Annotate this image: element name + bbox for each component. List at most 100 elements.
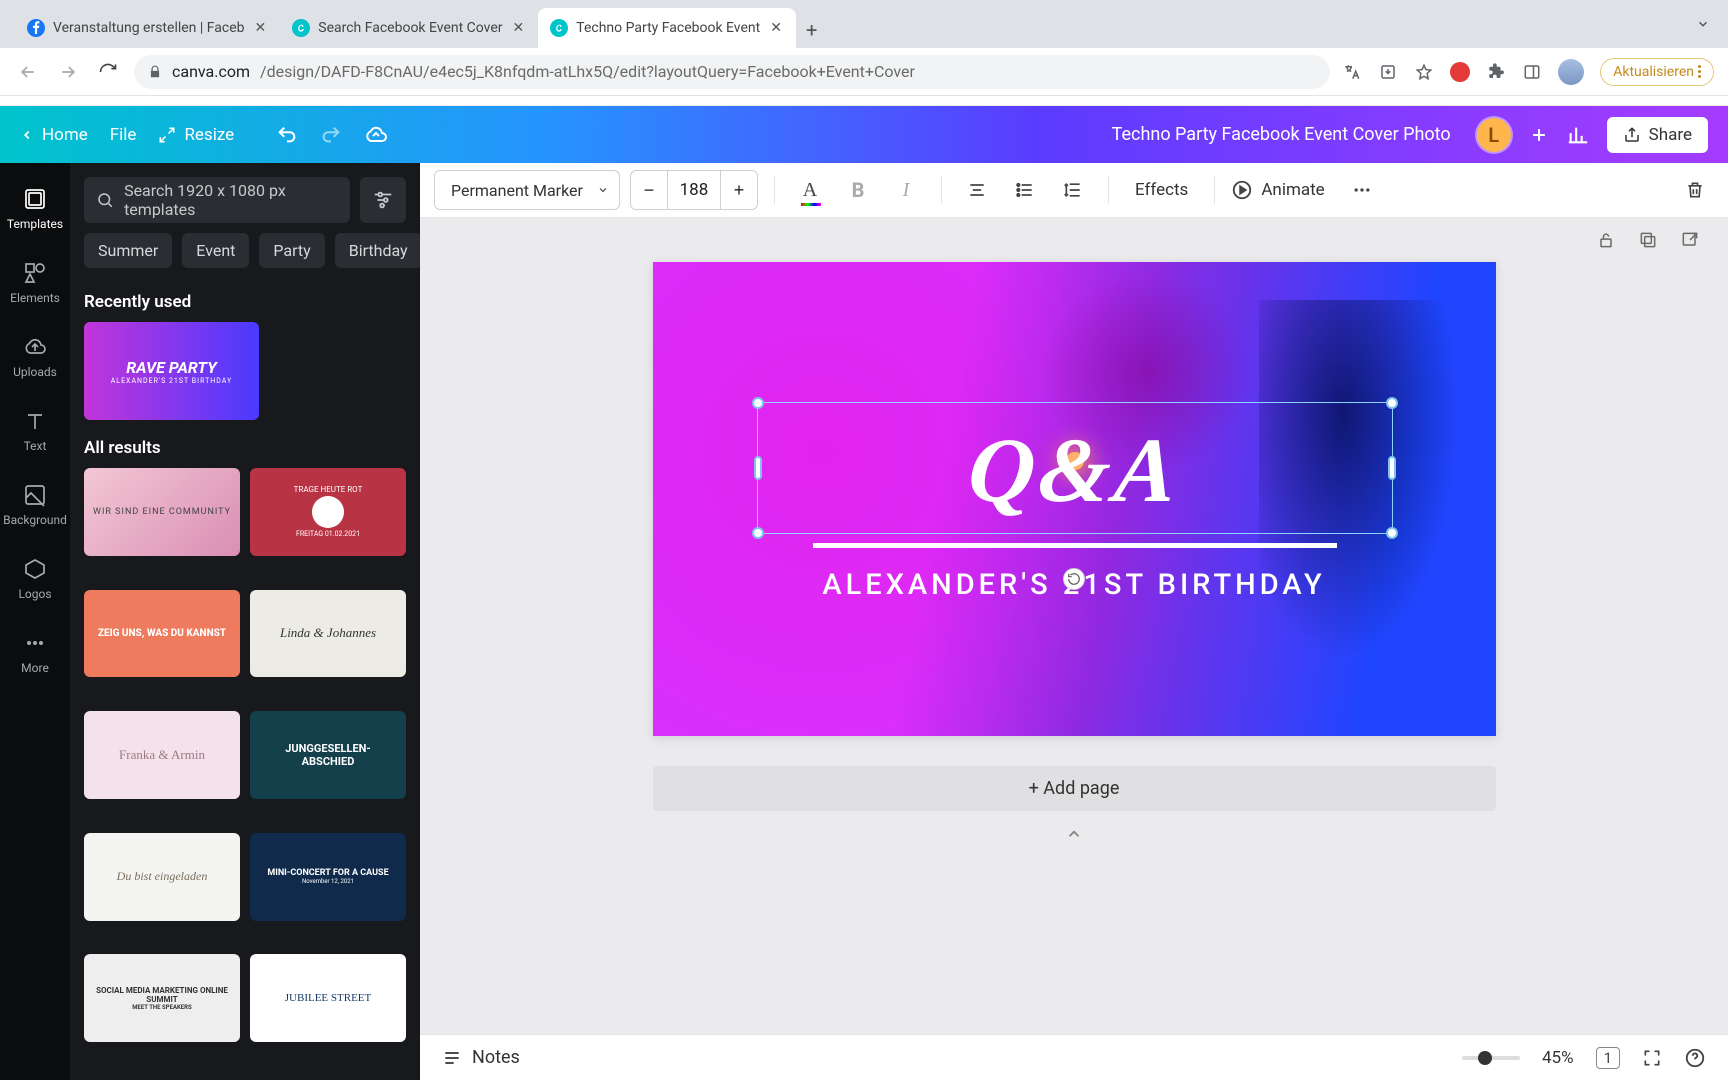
text-color-icon[interactable]: A [791,171,829,209]
insights-icon[interactable] [1567,124,1589,146]
template-thumb[interactable]: SOCIAL MEDIA MARKETING ONLINE SUMMITMEET… [84,954,240,1042]
rail-background[interactable]: Background [0,471,70,539]
rail-uploads[interactable]: Uploads [0,323,70,391]
thumb-text: TRAGE HEUTE ROT [294,485,363,494]
rail-more[interactable]: More [0,619,70,687]
template-thumb[interactable]: Franka & Armin [84,711,240,799]
rail-elements[interactable]: Elements [0,249,70,317]
template-thumb[interactable]: Du bist eingeladen [84,833,240,921]
sidepanel-icon[interactable] [1522,62,1542,82]
help-icon[interactable] [1684,1047,1706,1069]
reload-icon[interactable] [94,58,122,86]
extensions-icon[interactable] [1486,62,1506,82]
template-thumb[interactable]: RAVE PARTY ALEXANDER'S 21ST BIRTHDAY [84,322,259,420]
alignment-icon[interactable] [958,171,996,209]
font-size-value[interactable]: 188 [667,170,721,210]
template-thumb[interactable]: JUBILEE STREET [250,954,406,1042]
notes-button[interactable]: Notes [442,1047,520,1068]
decrease-size-button[interactable]: − [630,170,668,210]
add-page-button[interactable]: + Add page [653,766,1496,811]
resize-handle[interactable] [1386,527,1398,539]
page-count-chip[interactable]: 1 [1596,1047,1620,1069]
resize-handle[interactable] [754,456,762,480]
url-path: /design/DAFD-F8CnAU/e4ec5j_K8nfqdm-atLhx… [260,62,915,81]
increase-size-button[interactable]: + [720,170,758,210]
zoom-slider[interactable] [1462,1056,1520,1060]
resize-handle[interactable] [752,397,764,409]
update-chip[interactable]: Aktualisieren [1600,58,1714,86]
template-thumb[interactable]: WIR SIND EINE COMMUNITY [84,468,240,556]
selection-box[interactable] [757,402,1393,534]
user-avatar[interactable]: L [1477,118,1511,152]
cloud-save-icon[interactable] [364,123,388,147]
browser-tab[interactable]: Veranstaltung erstellen | Faceb ✕ [15,8,280,48]
bold-button[interactable]: B [839,171,877,209]
star-icon[interactable] [1414,62,1434,82]
redo-icon[interactable] [320,124,342,146]
share-button[interactable]: Share [1607,117,1708,153]
fullscreen-icon[interactable] [1642,1048,1662,1068]
list-icon[interactable] [1006,171,1044,209]
resize-handle[interactable] [1386,397,1398,409]
thumb-text: Franka & Armin [119,747,205,763]
translate-icon[interactable] [1342,62,1362,82]
export-icon[interactable] [1680,230,1700,250]
app-top-bar: Home File Resize Techno Party Facebook E… [0,106,1728,163]
template-thumb[interactable]: MINI-CONCERT FOR A CAUSENovember 12, 202… [250,833,406,921]
delete-icon[interactable] [1676,171,1714,209]
resize-handle[interactable] [1388,456,1396,480]
install-icon[interactable] [1378,62,1398,82]
zoom-knob[interactable] [1478,1051,1492,1065]
extension-icon[interactable] [1450,62,1470,82]
thumb-text: Linda & Johannes [280,625,376,641]
italic-button[interactable]: I [887,171,925,209]
profile-avatar[interactable] [1558,59,1584,85]
filter-button[interactable] [360,177,406,223]
effects-button[interactable]: Effects [1125,180,1198,200]
close-icon[interactable]: ✕ [768,18,784,38]
add-member-icon[interactable] [1529,125,1549,145]
file-menu[interactable]: File [110,125,137,145]
close-icon[interactable]: ✕ [511,18,527,38]
tag-chip[interactable]: Party [259,233,324,268]
undo-icon[interactable] [276,124,298,146]
canvas-wrap: Q&A ALEXANDER'S 21ST BIRTHDAY + Add page [420,262,1728,1034]
spacing-icon[interactable] [1054,171,1092,209]
lock-toggle-icon[interactable] [1596,230,1616,250]
thumb-text: November 12, 2021 [302,878,354,885]
expand-panel-icon[interactable] [1065,825,1083,843]
document-title[interactable]: Techno Party Facebook Event Cover Photo [1112,124,1451,145]
tab-list-dropdown-icon[interactable] [1696,17,1710,31]
rotate-handle[interactable] [1063,568,1085,590]
tag-chip[interactable]: Summer [84,233,172,268]
home-button[interactable]: Home [20,125,88,145]
template-search-input[interactable]: Search 1920 x 1080 px templates [84,177,350,223]
browser-tab[interactable]: Search Facebook Event Cover ✕ [280,8,538,48]
template-thumb[interactable]: Linda & Johannes [250,590,406,678]
font-selector[interactable]: Permanent Marker [434,170,620,210]
design-canvas[interactable]: Q&A ALEXANDER'S 21ST BIRTHDAY [653,262,1496,736]
resize-button[interactable]: Resize [158,125,234,145]
browser-tab-active[interactable]: Techno Party Facebook Event ✕ [538,8,796,48]
template-thumb[interactable]: TRAGE HEUTE ROTFREITAG 01.02.2021 [250,468,406,556]
resize-handle[interactable] [752,527,764,539]
animate-button[interactable]: Animate [1231,179,1324,201]
address-bar[interactable]: canva.com/design/DAFD-F8CnAU/e4ec5j_K8nf… [134,55,1330,89]
font-size-control: − 188 + [630,170,758,210]
tag-chip[interactable]: Event [182,233,249,268]
duplicate-icon[interactable] [1638,230,1658,250]
rail-logos[interactable]: Logos [0,545,70,613]
template-thumb[interactable]: ZEIG UNS, WAS DU KANNST [84,590,240,678]
template-thumb[interactable]: JUNGGESELLEN- ABSCHIED [250,711,406,799]
tag-chip[interactable]: Birthday [335,233,422,268]
back-icon[interactable] [14,58,42,86]
divider-line[interactable] [813,543,1337,548]
new-tab-button[interactable]: + [796,12,827,48]
more-options-icon[interactable] [1343,171,1381,209]
rail-templates[interactable]: Templates [0,175,70,243]
rail-text[interactable]: Text [0,397,70,465]
forward-icon[interactable] [54,58,82,86]
thumb-text: Du bist eingeladen [117,869,208,884]
zoom-value[interactable]: 45% [1542,1048,1574,1068]
close-icon[interactable]: ✕ [253,18,269,38]
